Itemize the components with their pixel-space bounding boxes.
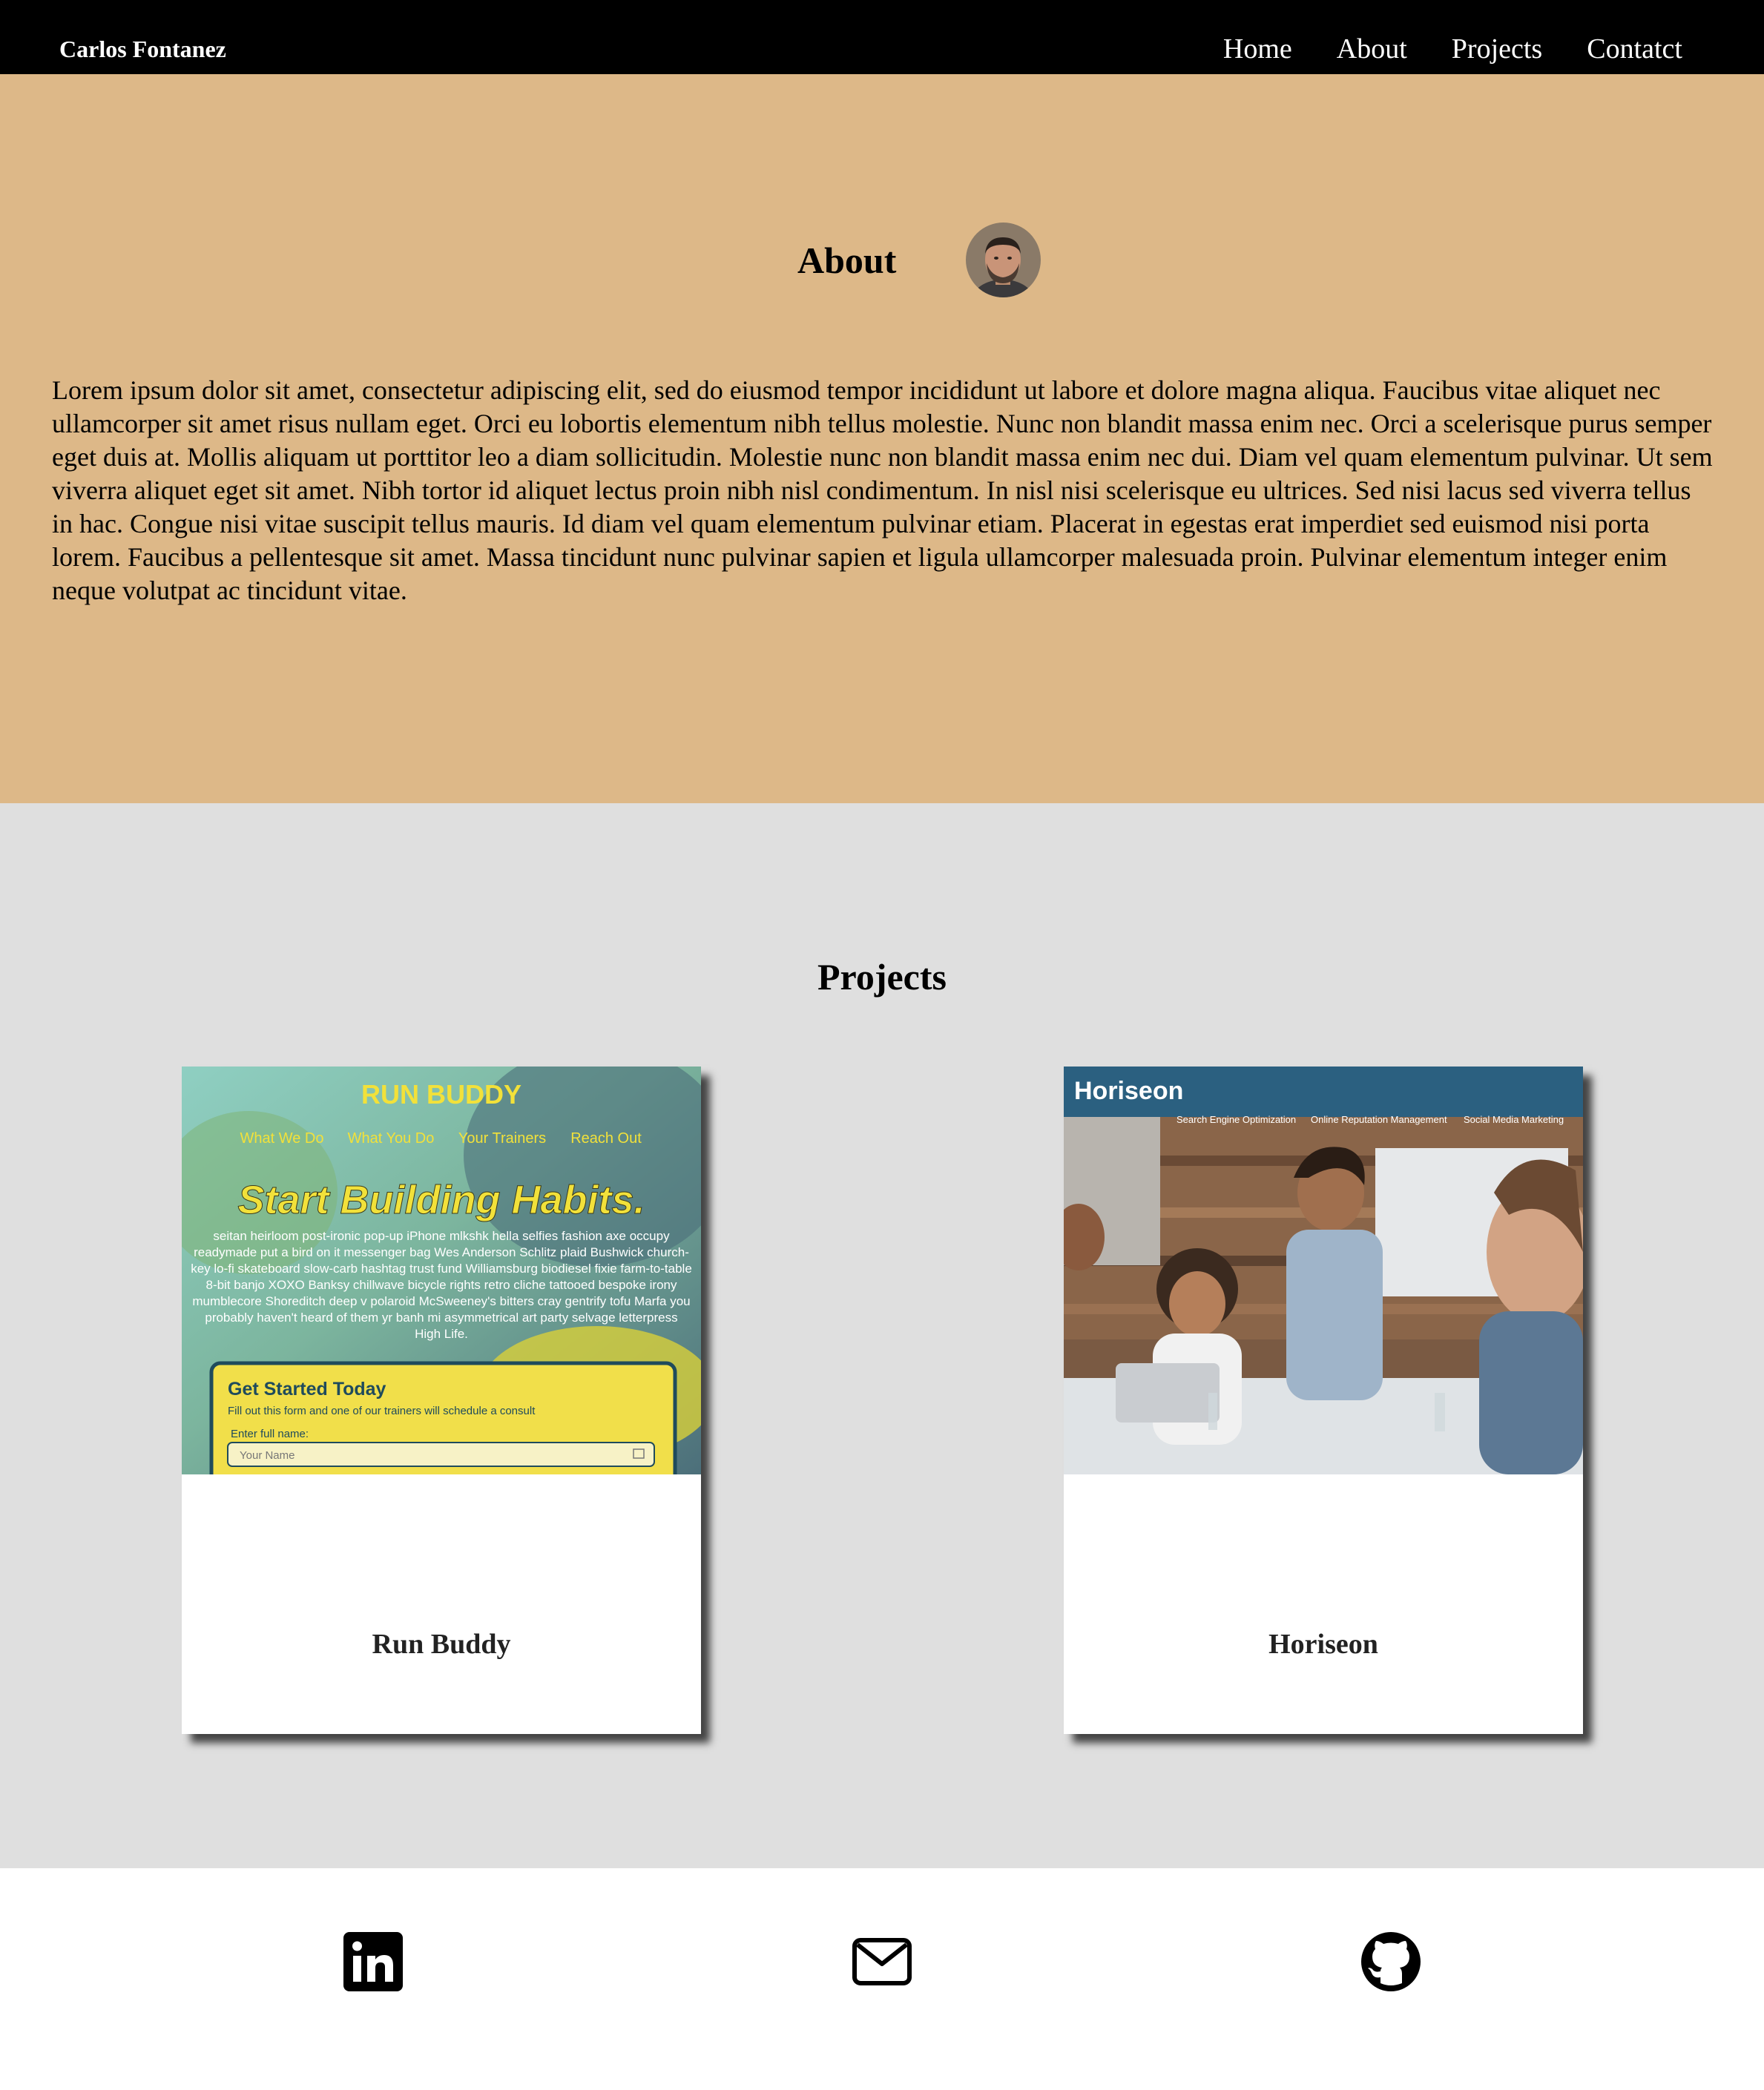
horiseon-logo: Horiseon <box>1074 1077 1183 1105</box>
projects-title: Projects <box>817 956 947 998</box>
project-card-horiseon[interactable]: Horiseon Search Engine Optimization Onli… <box>1064 1067 1583 1734</box>
project-title-horiseon[interactable]: Horiseon <box>1064 1628 1583 1661</box>
project-title-run-buddy[interactable]: Run Buddy <box>182 1628 701 1661</box>
run-buddy-body: seitan heirloom post-ironic pop-up iPhon… <box>191 1229 692 1341</box>
nav-about[interactable]: About <box>1337 33 1407 65</box>
run-buddy-nav-4: Reach Out <box>570 1130 642 1147</box>
nav-projects[interactable]: Projects <box>1452 33 1542 65</box>
run-buddy-nav-2: What You Do <box>348 1130 435 1147</box>
about-section: About Lorem ipsum dolor sit amet, consec… <box>0 74 1764 803</box>
about-title: About <box>797 240 897 281</box>
nav-contact[interactable]: Contatct <box>1587 33 1682 65</box>
projects-section: Projects RUN BUDDY What We Do What You D… <box>0 803 1764 1868</box>
run-buddy-field-label: Enter full name: <box>231 1428 309 1440</box>
horiseon-screenshot[interactable]: Horiseon Search Engine Optimization Onli… <box>1064 1067 1583 1474</box>
run-buddy-headline: Start Building Habits. <box>237 1178 645 1222</box>
horiseon-nav-2: Online Reputation Management <box>1311 1114 1447 1125</box>
horiseon-nav-1: Search Engine Optimization <box>1176 1114 1296 1125</box>
run-buddy-form-sub: Fill out this form and one of our traine… <box>228 1405 536 1417</box>
about-text: Lorem ipsum dolor sit amet, consectetur … <box>52 375 1713 605</box>
run-buddy-screenshot[interactable]: RUN BUDDY What We Do What You Do Your Tr… <box>182 1067 701 1474</box>
linkedin-icon[interactable] <box>343 1931 404 1992</box>
site-header: Carlos Fontanez Home About Projects Cont… <box>0 0 1764 74</box>
main-nav: Home About Projects Contatct <box>1223 33 1682 65</box>
nav-home[interactable]: Home <box>1223 33 1292 65</box>
run-buddy-logo: RUN BUDDY <box>361 1079 521 1110</box>
site-footer <box>0 1868 1764 2090</box>
run-buddy-nav-1: What We Do <box>240 1130 324 1147</box>
horiseon-nav-3: Social Media Marketing <box>1464 1114 1564 1125</box>
brand-name[interactable]: Carlos Fontanez <box>59 36 226 63</box>
project-card-run-buddy[interactable]: RUN BUDDY What We Do What You Do Your Tr… <box>182 1067 701 1734</box>
run-buddy-form-title: Get Started Today <box>228 1379 386 1400</box>
github-icon[interactable] <box>1360 1931 1421 1992</box>
run-buddy-field-placeholder: Your Name <box>240 1449 295 1462</box>
mail-icon[interactable] <box>852 1931 912 1992</box>
avatar <box>966 222 1041 297</box>
run-buddy-nav-3: Your Trainers <box>458 1130 546 1147</box>
